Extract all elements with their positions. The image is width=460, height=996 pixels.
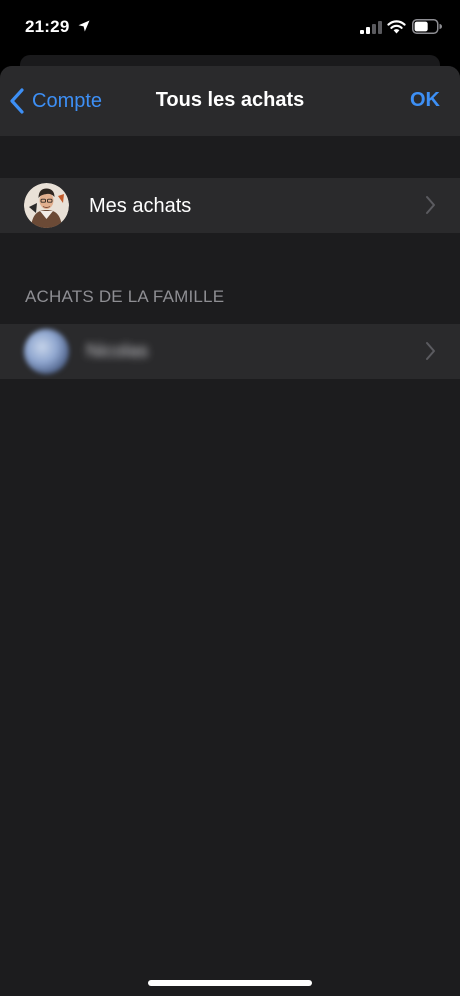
family-member-avatar-icon bbox=[24, 329, 69, 374]
profile-avatar-icon bbox=[24, 183, 69, 228]
family-member-row[interactable]: Nicolas bbox=[0, 324, 460, 379]
battery-level-fill bbox=[414, 21, 428, 32]
my-purchases-row[interactable]: Mes achats bbox=[0, 178, 460, 233]
family-member-name: Nicolas bbox=[86, 341, 149, 362]
wifi-icon bbox=[387, 20, 406, 34]
family-purchases-header: ACHATS DE LA FAMILLE bbox=[25, 287, 225, 306]
page-title: Tous les achats bbox=[155, 89, 305, 111]
battery-icon bbox=[412, 19, 442, 34]
status-bar: 21:29 bbox=[0, 0, 460, 56]
purchases-sheet: Compte Tous les achats OK Mes achats ACH… bbox=[0, 66, 460, 996]
location-arrow-icon bbox=[78, 20, 90, 32]
cellular-signal-icon bbox=[360, 21, 382, 34]
home-indicator[interactable] bbox=[148, 980, 312, 986]
chevron-right-icon bbox=[426, 342, 435, 360]
navigation-bar: Compte Tous les achats OK bbox=[0, 66, 460, 136]
status-time: 21:29 bbox=[25, 17, 70, 36]
ok-button[interactable]: OK bbox=[410, 89, 440, 112]
chevron-right-icon bbox=[426, 196, 435, 214]
my-purchases-label: Mes achats bbox=[89, 195, 192, 217]
